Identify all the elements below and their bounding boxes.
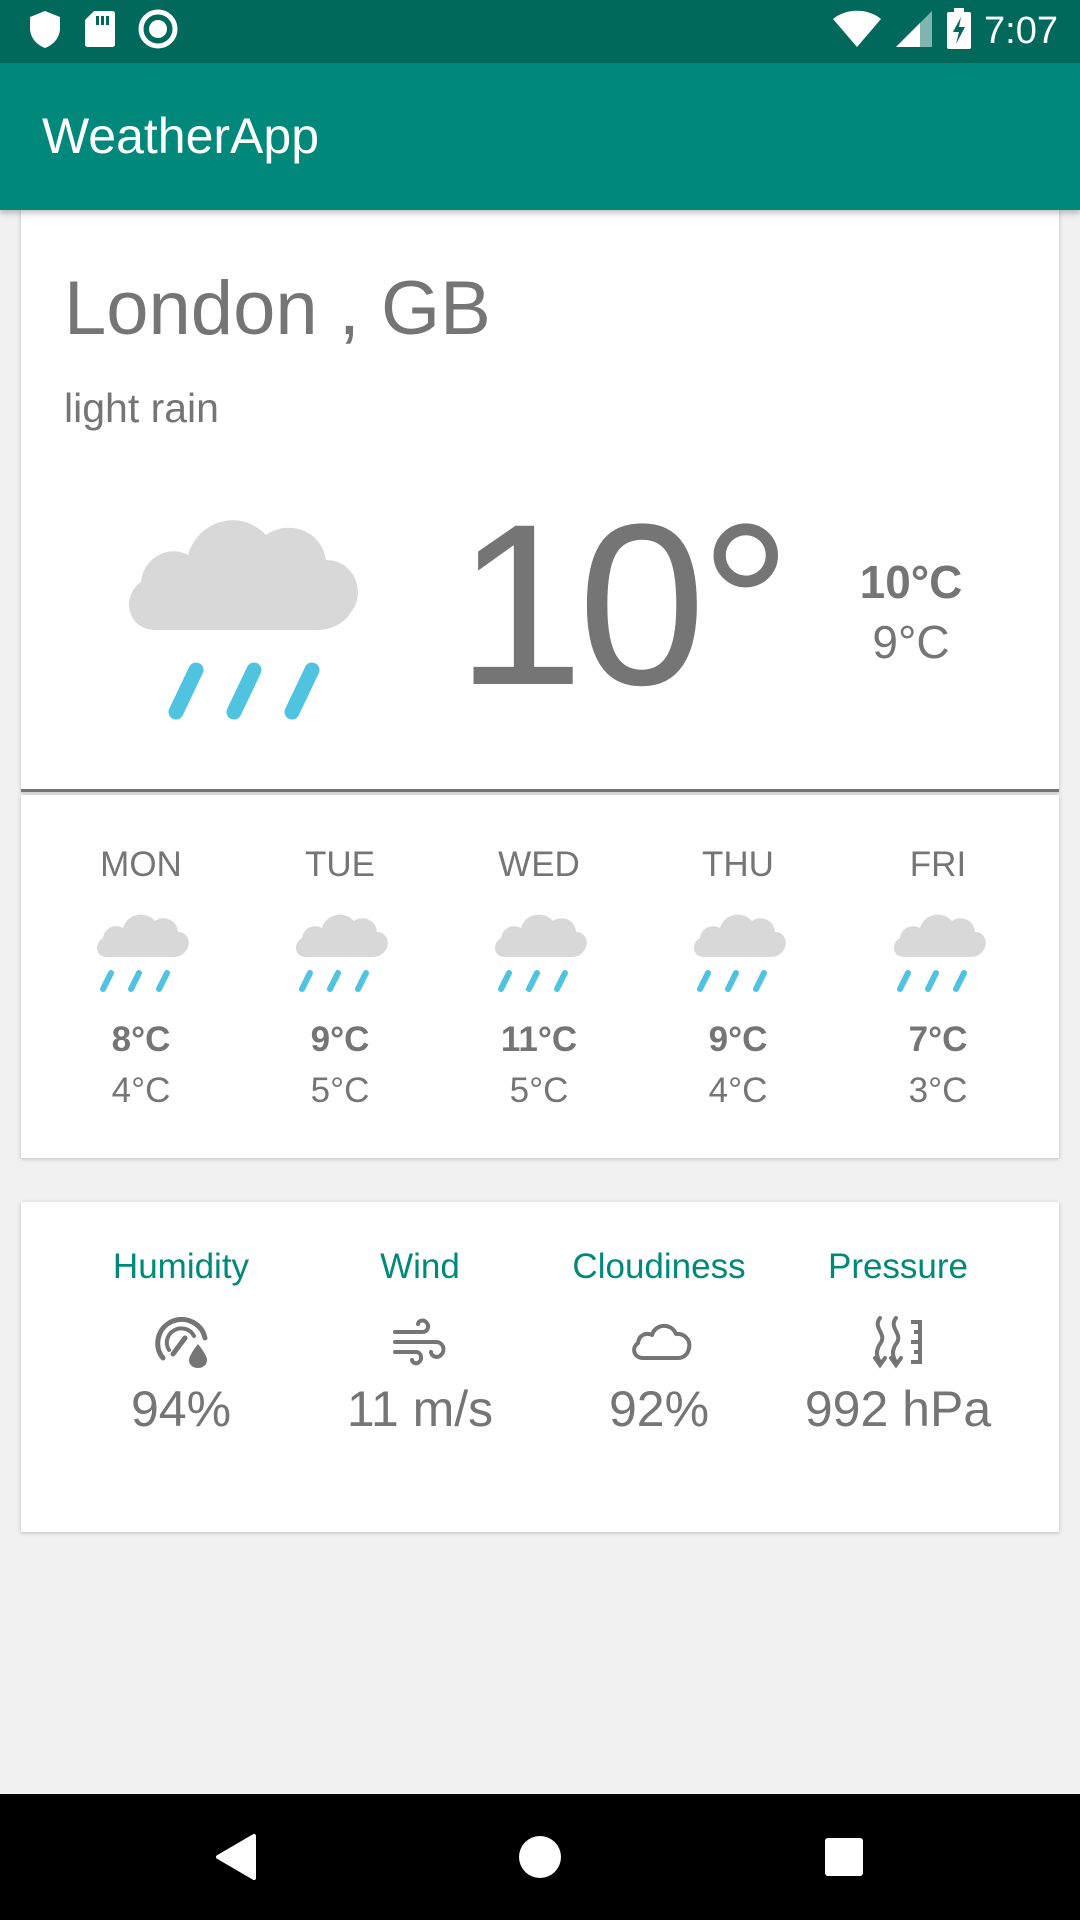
today-high: 10°C xyxy=(859,556,963,608)
home-icon[interactable] xyxy=(507,1824,573,1890)
current-temperature: 10° xyxy=(456,476,792,733)
sd-card-icon xyxy=(84,10,116,53)
forecast-day-name: THU xyxy=(702,845,774,884)
rain-cloud-icon xyxy=(93,905,189,1000)
record-icon xyxy=(138,9,178,54)
recents-icon[interactable] xyxy=(811,1824,877,1890)
forecast-day-name: WED xyxy=(498,845,580,884)
wifi-icon xyxy=(832,10,882,53)
detail-label: Wind xyxy=(380,1247,460,1286)
weather-description: light rain xyxy=(64,385,219,431)
forecast-day-name: TUE xyxy=(305,845,375,884)
detail-value: 992 hPa xyxy=(804,1381,992,1437)
forecast-low: 5°C xyxy=(509,1071,569,1110)
status-bar: 7:07 xyxy=(0,0,1080,63)
forecast-high: 11°C xyxy=(500,1020,578,1059)
forecast-low: 3°C xyxy=(908,1071,968,1110)
forecast-low: 4°C xyxy=(111,1071,171,1110)
rain-cloud-icon xyxy=(690,905,786,1000)
today-high-low: 10°C 9°C xyxy=(811,555,1011,669)
rain-cloud-icon xyxy=(292,905,388,1000)
humidity-icon xyxy=(151,1314,211,1375)
detail-label: Pressure xyxy=(827,1247,969,1286)
wind-icon xyxy=(390,1314,450,1375)
detail-value: 94% xyxy=(130,1381,232,1437)
shield-icon xyxy=(28,9,62,54)
today-low: 9°C xyxy=(872,616,950,668)
forecast-card: MON 8°C 4°C TUE 9°C 5°C WED 11°C 5°C THU… xyxy=(21,795,1059,1158)
status-time: 7:07 xyxy=(984,9,1058,52)
forecast-day-name: MON xyxy=(100,845,182,884)
forecast-high: 8°C xyxy=(111,1020,171,1059)
app-title: WeatherApp xyxy=(42,108,320,164)
rain-cloud-icon xyxy=(491,905,587,1000)
forecast-high: 7°C xyxy=(908,1020,968,1059)
rain-cloud-icon xyxy=(890,905,986,1000)
battery-charging-icon xyxy=(946,7,972,55)
details-card: Humidity 94% Wind 11 m/s Cloudiness 92% … xyxy=(21,1202,1059,1532)
city-name: London , GB xyxy=(64,266,491,351)
back-icon[interactable] xyxy=(203,1824,269,1890)
signal-icon xyxy=(894,9,934,54)
navigation-bar xyxy=(0,1794,1080,1920)
pressure-icon xyxy=(868,1314,928,1375)
forecast-low: 4°C xyxy=(708,1071,768,1110)
detail-value: 11 m/s xyxy=(346,1381,494,1437)
rain-cloud-icon xyxy=(116,500,366,735)
forecast-day-name: FRI xyxy=(909,845,967,884)
detail-label: Humidity xyxy=(112,1247,250,1286)
detail-value: 92% xyxy=(608,1381,710,1437)
app-bar: WeatherApp xyxy=(0,63,1080,210)
detail-label: Cloudiness xyxy=(572,1247,746,1286)
cloud-outline-icon xyxy=(629,1314,693,1375)
forecast-high: 9°C xyxy=(310,1020,370,1059)
forecast-high: 9°C xyxy=(708,1020,768,1059)
current-weather-card: London , GB light rain 10° 10°C 9°C xyxy=(21,210,1059,792)
forecast-low: 5°C xyxy=(310,1071,370,1110)
